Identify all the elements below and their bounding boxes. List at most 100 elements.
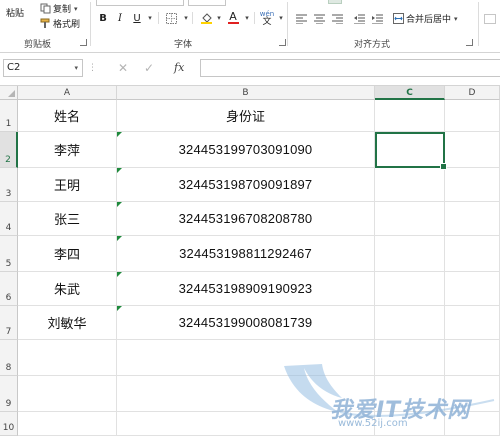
column-header-a[interactable]: A xyxy=(18,86,117,100)
border-button[interactable] xyxy=(164,11,178,25)
cancel-icon[interactable]: ✕ xyxy=(118,61,128,75)
text-number-warning-icon xyxy=(117,306,122,311)
phonetic-button[interactable]: wén 文 xyxy=(258,10,276,27)
cell-a2[interactable]: 李萍 xyxy=(18,132,117,168)
cell-d7[interactable] xyxy=(445,306,500,340)
ribbon: 粘贴 复制 ▾ 格式刷 剪贴板 B I U ▾ ▾ ▾ A ▾ wén 文 ▾ … xyxy=(0,0,500,53)
cell-c5[interactable] xyxy=(375,236,445,272)
cell-a6[interactable]: 朱武 xyxy=(18,272,117,306)
cell-d1[interactable] xyxy=(445,100,500,132)
row-header-8[interactable]: 8 xyxy=(0,340,18,376)
orientation-button[interactable] xyxy=(328,0,342,4)
cell-d4[interactable] xyxy=(445,202,500,236)
cell-c3[interactable] xyxy=(375,168,445,202)
cell-c7[interactable] xyxy=(375,306,445,340)
cell-b2[interactable]: 324453199703091090 xyxy=(117,132,375,168)
fill-color-dropdown-icon[interactable]: ▾ xyxy=(215,11,223,25)
cell-c1[interactable] xyxy=(375,100,445,132)
font-separator-3 xyxy=(254,12,255,24)
copy-icon xyxy=(40,3,51,14)
merge-center-label: 合并后居中 xyxy=(406,15,452,25)
ribbon-separator xyxy=(90,2,91,46)
copy-button[interactable]: 复制 ▾ xyxy=(40,2,78,15)
row-number: 6 xyxy=(5,293,12,303)
cell-b1[interactable]: 身份证 xyxy=(117,100,375,132)
format-painter-button[interactable]: 格式刷 xyxy=(40,17,80,30)
id-value: 324453199703091090 xyxy=(178,142,313,157)
id-value: 324453198709091897 xyxy=(178,177,313,192)
cell-b7[interactable]: 324453199008081739 xyxy=(117,306,375,340)
cell-c6[interactable] xyxy=(375,272,445,306)
clipboard-launcher-icon[interactable] xyxy=(80,39,87,46)
font-separator-2 xyxy=(192,12,193,24)
border-dropdown-icon[interactable]: ▾ xyxy=(182,11,190,25)
column-header-c[interactable]: C xyxy=(375,86,445,100)
row-header-6[interactable]: 6 xyxy=(0,272,18,306)
italic-button[interactable]: I xyxy=(114,11,126,25)
name-box-value: C2 xyxy=(7,62,21,73)
formula-input[interactable] xyxy=(200,59,500,77)
column-header-d[interactable]: D xyxy=(445,86,500,100)
text-number-warning-icon xyxy=(117,236,122,241)
name-box-dropdown-icon[interactable]: ▾ xyxy=(74,60,78,76)
align-right-icon xyxy=(331,14,343,24)
align-center-button[interactable] xyxy=(312,11,326,25)
row-header-2[interactable]: 2 xyxy=(0,132,18,168)
enter-icon[interactable]: ✓ xyxy=(144,61,154,75)
bold-button[interactable]: B xyxy=(97,11,109,25)
increase-indent-button[interactable] xyxy=(370,11,384,25)
alignment-launcher-icon[interactable] xyxy=(466,39,473,46)
row-header-3[interactable]: 3 xyxy=(0,168,18,202)
font-separator xyxy=(158,12,159,24)
cell-a3[interactable]: 王明 xyxy=(18,168,117,202)
cell-c4[interactable] xyxy=(375,202,445,236)
cell-a9[interactable] xyxy=(18,376,117,412)
cell-a7[interactable]: 刘敏华 xyxy=(18,306,117,340)
row-header-9[interactable]: 9 xyxy=(0,376,18,412)
select-all-button[interactable] xyxy=(0,86,18,100)
column-header-b[interactable]: B xyxy=(117,86,375,100)
font-size-box[interactable] xyxy=(188,0,226,6)
fill-handle[interactable] xyxy=(440,163,447,170)
align-right-button[interactable] xyxy=(330,11,344,25)
row-header-5[interactable]: 5 xyxy=(0,236,18,272)
insert-function-button[interactable]: fx xyxy=(174,61,184,74)
select-all-icon xyxy=(8,90,15,97)
row-number: 7 xyxy=(5,327,12,337)
row-number: 8 xyxy=(5,363,12,373)
cell-b3[interactable]: 324453198709091897 xyxy=(117,168,375,202)
phonetic-dropdown-icon[interactable]: ▾ xyxy=(277,11,285,25)
cell-a10[interactable] xyxy=(18,412,117,436)
cell-d5[interactable] xyxy=(445,236,500,272)
increase-indent-icon xyxy=(371,14,383,24)
cell-b5[interactable]: 324453198811292467 xyxy=(117,236,375,272)
name-box[interactable]: C2 ▾ xyxy=(3,59,83,77)
row-header-10[interactable]: 10 xyxy=(0,412,18,436)
cell-a5[interactable]: 李四 xyxy=(18,236,117,272)
align-left-button[interactable] xyxy=(294,11,308,25)
cell-b6[interactable]: 324453198909190923 xyxy=(117,272,375,306)
text-number-warning-icon xyxy=(117,202,122,207)
fill-color-button[interactable] xyxy=(198,11,214,25)
align-left-icon xyxy=(295,14,307,24)
cell-a1[interactable]: 姓名 xyxy=(18,100,117,132)
row-header-4[interactable]: 4 xyxy=(0,202,18,236)
cell-d2[interactable] xyxy=(445,132,500,168)
font-name-box[interactable] xyxy=(96,0,184,6)
cell-a8[interactable] xyxy=(18,340,117,376)
merge-center-button[interactable]: 合并后居中 ▾ xyxy=(393,12,458,25)
row-header-7[interactable]: 7 xyxy=(0,306,18,340)
paste-button[interactable]: 粘贴 xyxy=(6,6,24,19)
underline-dropdown-icon[interactable]: ▾ xyxy=(146,11,154,25)
id-value: 324453196708208780 xyxy=(178,211,313,226)
decrease-indent-button[interactable] xyxy=(352,11,366,25)
underline-button[interactable]: U xyxy=(131,11,143,25)
font-color-dropdown-icon[interactable]: ▾ xyxy=(243,11,251,25)
cell-b4[interactable]: 324453196708208780 xyxy=(117,202,375,236)
row-header-1[interactable]: 1 xyxy=(0,100,18,132)
font-launcher-icon[interactable] xyxy=(279,39,286,46)
cell-d3[interactable] xyxy=(445,168,500,202)
cell-a4[interactable]: 张三 xyxy=(18,202,117,236)
cell-d6[interactable] xyxy=(445,272,500,306)
font-color-button[interactable]: A xyxy=(226,11,240,25)
